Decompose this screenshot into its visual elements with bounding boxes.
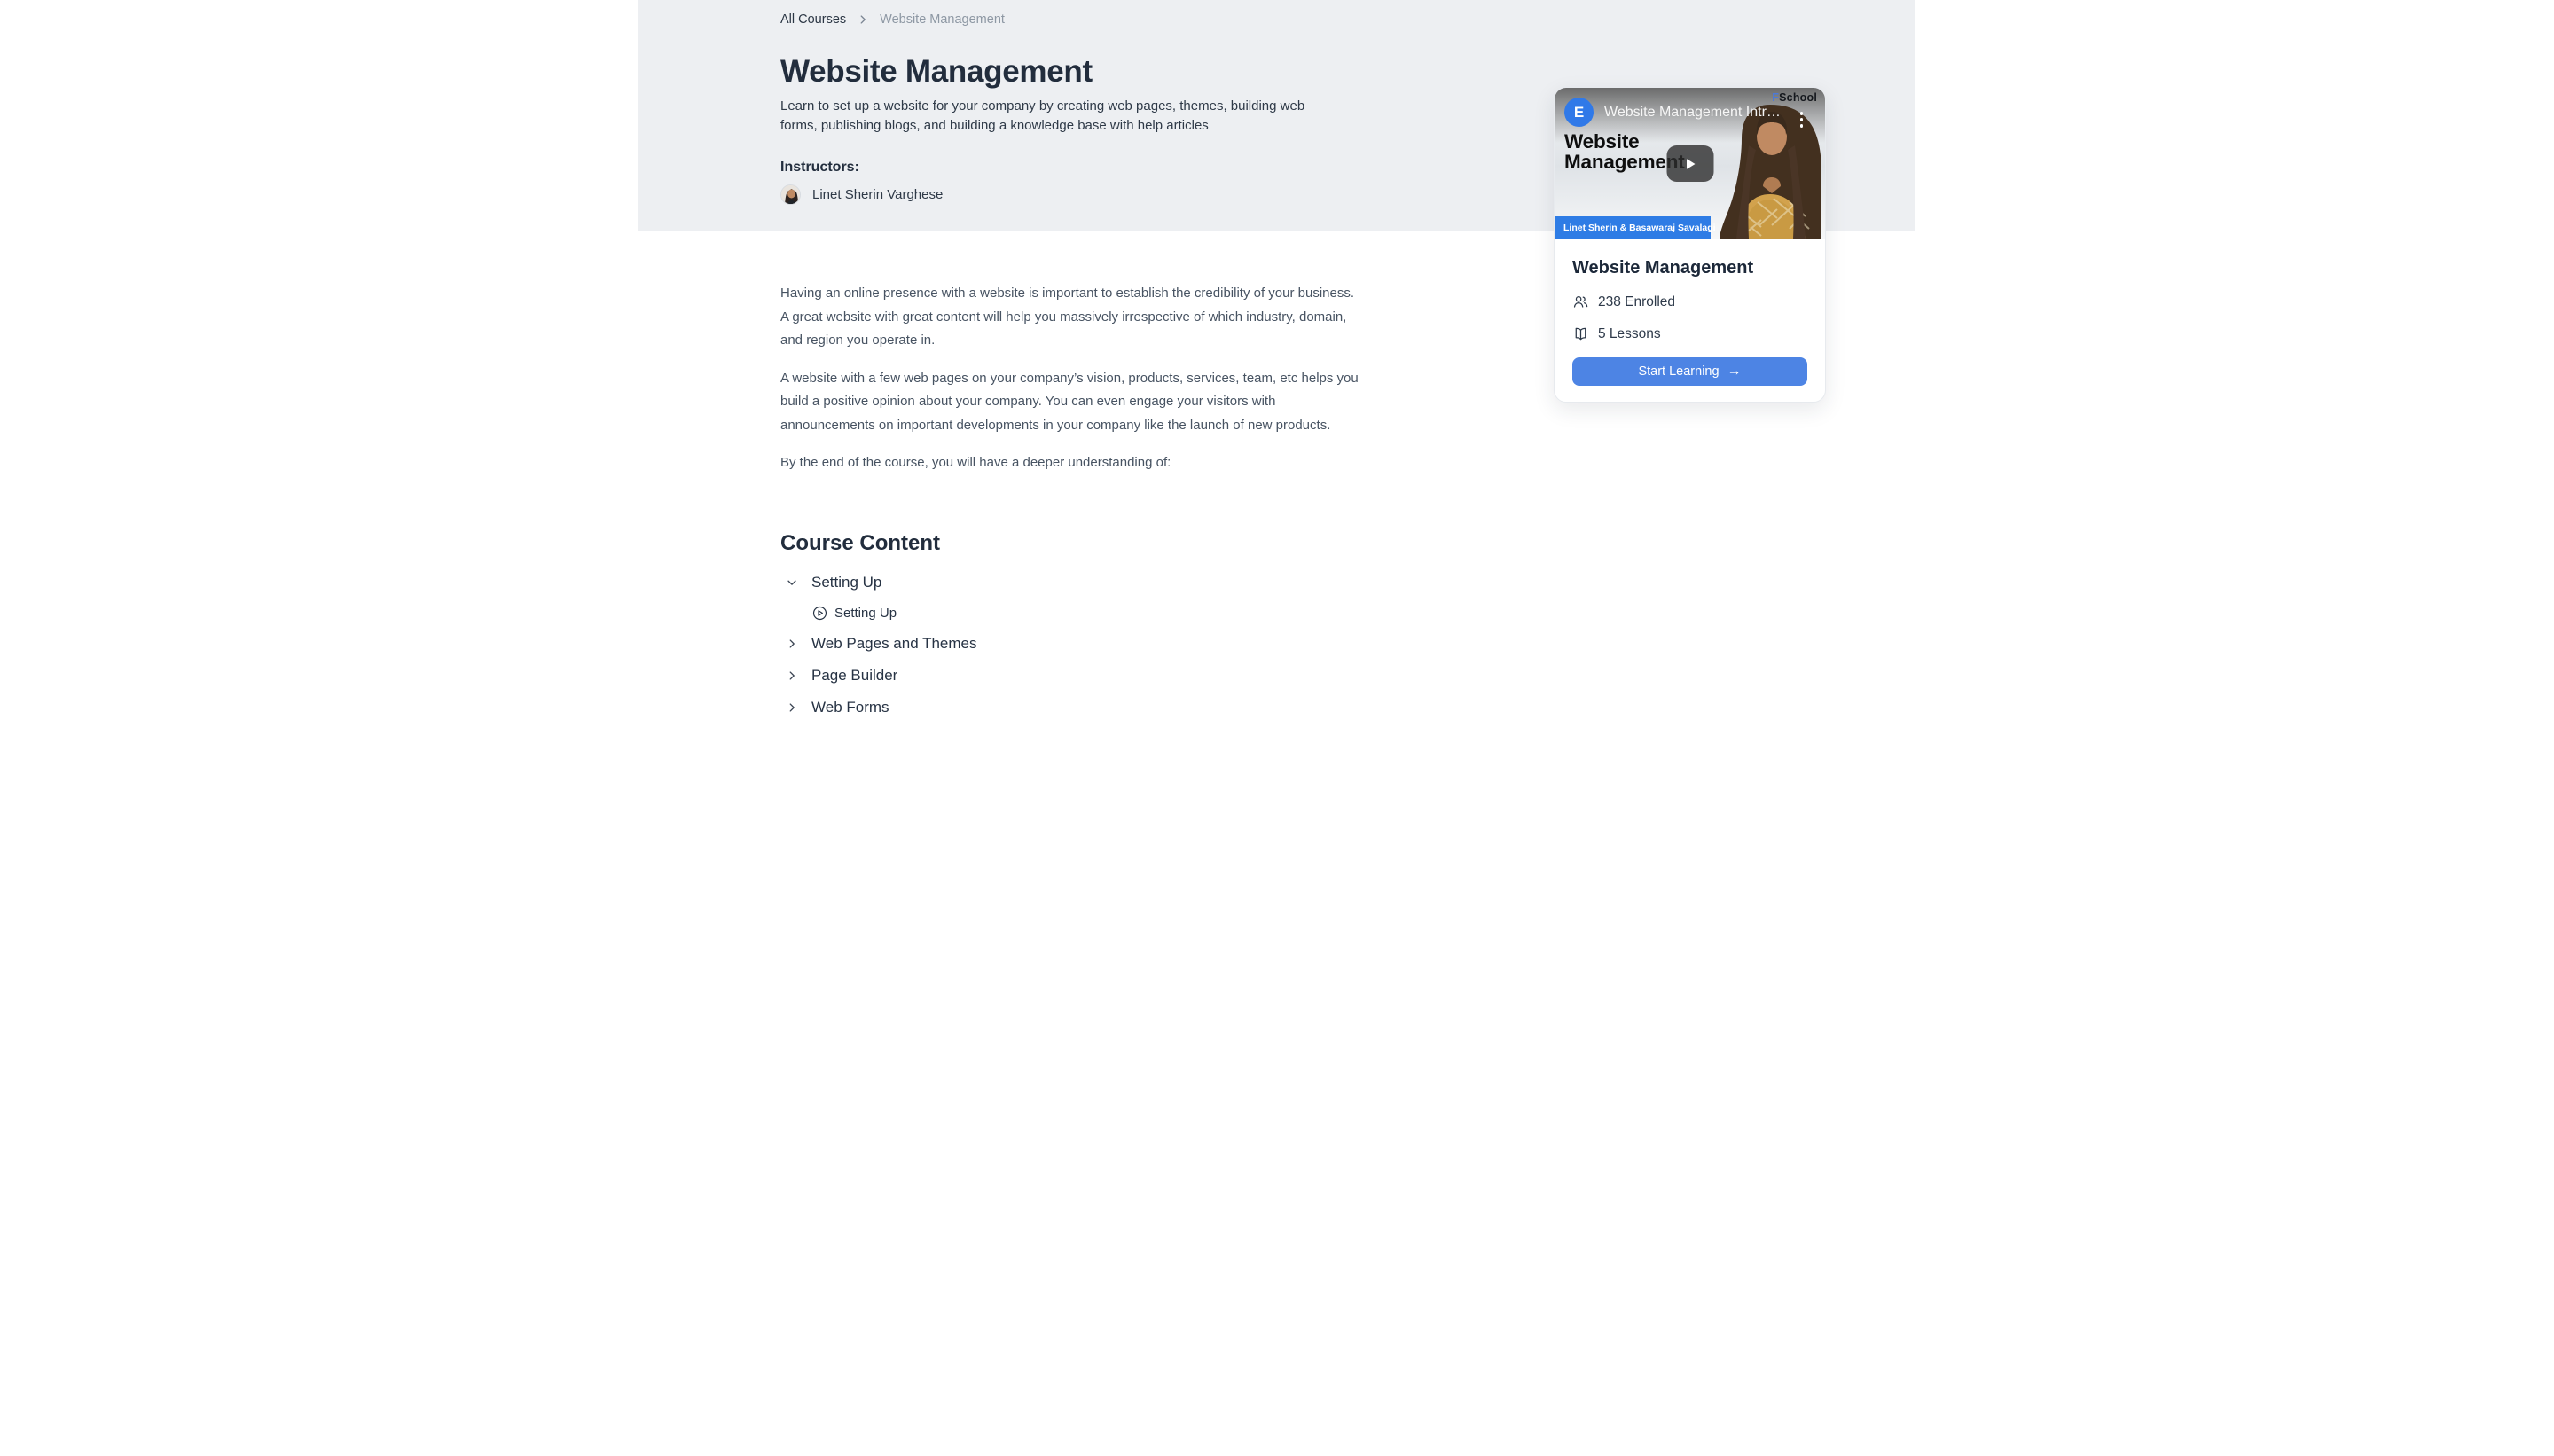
breadcrumb-current: Website Management bbox=[880, 12, 1005, 27]
book-open-icon bbox=[1572, 325, 1589, 342]
enrolled-stat: 238 Enrolled bbox=[1572, 294, 1807, 310]
video-player[interactable]: E Website Management Intr… FSchool Websi… bbox=[1555, 88, 1825, 239]
instructor-name: Linet Sherin Varghese bbox=[812, 187, 943, 202]
course-section-label: Setting Up bbox=[811, 574, 881, 591]
course-content-heading: Course Content bbox=[780, 531, 1437, 556]
breadcrumb-all-courses-link[interactable]: All Courses bbox=[780, 12, 846, 27]
page-title: Website Management bbox=[780, 54, 1916, 90]
chevron-right-icon bbox=[786, 669, 798, 682]
breadcrumb: All Courses Website Management bbox=[780, 12, 1916, 27]
video-caption-text: Linet Sherin & Basawaraj Savalagi bbox=[1563, 223, 1716, 233]
lesson-label: Setting Up bbox=[834, 606, 897, 621]
thumbnail-person-image bbox=[1715, 103, 1825, 239]
play-icon bbox=[1682, 156, 1698, 172]
course-section-label: Web Pages and Themes bbox=[811, 635, 977, 653]
lessons-stat: 5 Lessons bbox=[1572, 325, 1807, 342]
chevron-right-icon bbox=[857, 13, 869, 26]
course-section-web-forms[interactable]: Web Forms bbox=[780, 692, 1437, 724]
main-content: Having an online presence with a website… bbox=[780, 231, 1437, 724]
course-section-page-builder[interactable]: Page Builder bbox=[780, 660, 1437, 692]
about-paragraph: Having an online presence with a website… bbox=[780, 282, 1437, 353]
lessons-count: 5 Lessons bbox=[1598, 326, 1661, 342]
chevron-down-icon bbox=[786, 576, 798, 589]
fschool-prefix: F bbox=[1772, 91, 1779, 104]
start-learning-label: Start Learning bbox=[1638, 364, 1719, 379]
start-learning-button[interactable]: Start Learning → bbox=[1572, 357, 1807, 386]
users-icon bbox=[1572, 294, 1589, 310]
video-caption-bar: Linet Sherin & Basawaraj Savalagi bbox=[1555, 216, 1711, 239]
page: All Courses Website Management Website M… bbox=[638, 0, 1916, 728]
course-section-setting-up[interactable]: Setting Up bbox=[780, 567, 1437, 599]
course-section-label: Web Forms bbox=[811, 699, 889, 716]
chevron-right-icon bbox=[786, 701, 798, 714]
course-card: E Website Management Intr… FSchool Websi… bbox=[1554, 87, 1826, 403]
video-menu-button[interactable] bbox=[1800, 112, 1804, 128]
course-section-web-pages-and-themes[interactable]: Web Pages and Themes bbox=[780, 628, 1437, 660]
play-circle-icon bbox=[812, 606, 827, 621]
course-card-body: Website Management 238 Enrolled 5 Lesson… bbox=[1555, 258, 1825, 402]
course-content-list: Setting Up Setting Up Web Pages and Them… bbox=[780, 567, 1437, 724]
fschool-suffix: School bbox=[1779, 91, 1817, 104]
fschool-watermark: FSchool bbox=[1772, 91, 1817, 104]
play-button[interactable] bbox=[1666, 145, 1713, 182]
about-paragraph: A website with a few web pages on your c… bbox=[780, 367, 1437, 438]
arrow-right-icon: → bbox=[1727, 364, 1742, 379]
video-title-overlay[interactable]: Website Management Intr… bbox=[1604, 105, 1789, 121]
channel-logo[interactable]: E bbox=[1564, 98, 1594, 127]
lesson-item-setting-up[interactable]: Setting Up bbox=[780, 599, 1437, 628]
enrolled-count: 238 Enrolled bbox=[1598, 294, 1675, 310]
chevron-right-icon bbox=[786, 638, 798, 650]
course-card-title: Website Management bbox=[1572, 258, 1807, 278]
course-section-label: Page Builder bbox=[811, 667, 897, 685]
instructor-avatar bbox=[780, 184, 801, 205]
about-paragraph: By the end of the course, you will have … bbox=[780, 451, 1437, 475]
